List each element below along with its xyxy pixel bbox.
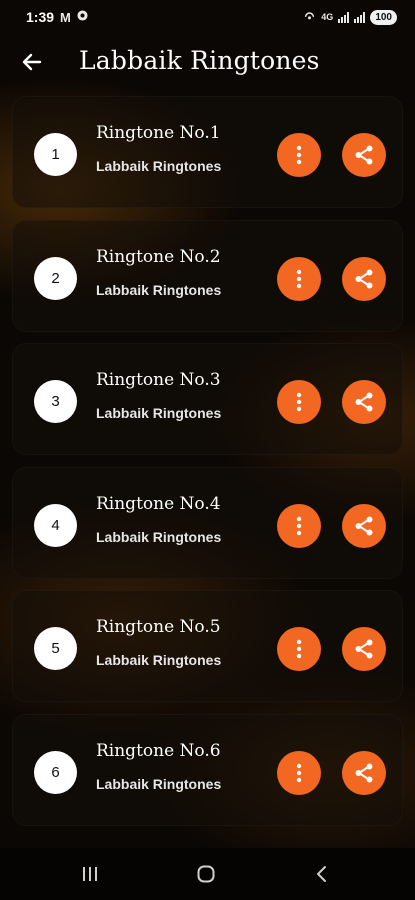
more-options-button[interactable] (277, 627, 321, 671)
ringtone-title: Ringtone No.4 (96, 493, 221, 514)
ringtone-number: 5 (34, 627, 77, 670)
ringtone-title: Ringtone No.6 (96, 740, 221, 761)
share-button[interactable] (342, 256, 386, 301)
back-arrow-icon (22, 53, 42, 71)
share-button[interactable] (342, 627, 386, 671)
ringtone-number: 3 (34, 380, 77, 423)
share-icon (355, 516, 373, 535)
app-bar: Labbaik Ringtones (0, 34, 415, 90)
share-icon (355, 269, 373, 288)
ringtone-row[interactable]: 4 Ringtone No.4 Labbaik Ringtones (12, 466, 403, 579)
ringtone-subtitle: Labbaik Ringtones (96, 281, 222, 298)
status-right: 4G 100 (303, 9, 397, 25)
more-vertical-icon (296, 392, 302, 412)
share-icon (355, 392, 373, 412)
system-back-button[interactable] (308, 862, 336, 886)
back-button[interactable] (18, 48, 46, 76)
ringtone-row[interactable]: 5 Ringtone No.5 Labbaik Ringtones (12, 590, 403, 702)
more-vertical-icon (296, 639, 302, 659)
ringtone-title: Ringtone No.5 (96, 617, 221, 637)
ringtone-row[interactable]: 2 Ringtone No.2 Labbaik Ringtones (12, 219, 403, 332)
ringtone-subtitle: Labbaik Ringtones (96, 528, 222, 545)
ringtone-number: 6 (34, 750, 77, 794)
status-time: 1:39 (26, 9, 55, 25)
share-button[interactable] (342, 380, 386, 424)
ringtone-subtitle: Labbaik Ringtones (96, 652, 222, 668)
ringtone-title: Ringtone No.1 (96, 123, 221, 143)
ringtone-number: 2 (34, 256, 77, 300)
more-vertical-icon (296, 516, 302, 535)
ringtone-subtitle: Labbaik Ringtones (96, 775, 222, 792)
share-button[interactable] (342, 133, 386, 177)
ringtone-row[interactable]: 6 Ringtone No.6 Labbaik Ringtones (12, 713, 403, 826)
more-vertical-icon (296, 763, 302, 782)
network-type-icon: 4G (321, 12, 334, 22)
recent-apps-icon (83, 867, 97, 881)
ringtone-subtitle: Labbaik Ringtones (96, 405, 222, 421)
ringtone-title: Ringtone No.3 (96, 370, 221, 390)
ringtone-list: 1 Ringtone No.1 Labbaik Ringtones 2 Ring… (12, 96, 403, 837)
ringtone-title: Ringtone No.2 (96, 246, 221, 267)
more-options-button[interactable] (277, 256, 321, 301)
share-icon (355, 145, 373, 165)
status-left: 1:39 M (26, 9, 88, 25)
gmail-icon: M (60, 9, 71, 25)
page-title: Labbaik Ringtones (79, 46, 320, 75)
signal-icon-2 (354, 11, 366, 23)
share-button[interactable] (342, 750, 386, 795)
more-options-button[interactable] (277, 503, 321, 548)
more-options-button[interactable] (277, 750, 321, 795)
battery-indicator: 100 (370, 9, 397, 25)
more-options-button[interactable] (277, 380, 321, 424)
more-vertical-icon (296, 145, 302, 165)
system-nav-bar (0, 848, 415, 900)
chevron-left-icon (317, 866, 326, 882)
share-button[interactable] (342, 503, 386, 548)
home-icon (197, 865, 215, 883)
ringtone-subtitle: Labbaik Ringtones (96, 158, 222, 174)
app-notification-icon (77, 10, 88, 24)
ringtone-row[interactable]: 1 Ringtone No.1 Labbaik Ringtones (12, 96, 403, 208)
ringtone-number: 1 (34, 133, 77, 176)
status-bar: 1:39 M 4G 100 (0, 0, 415, 34)
signal-icon-1 (338, 11, 350, 23)
home-button[interactable] (192, 862, 220, 886)
hotspot-icon (303, 10, 316, 25)
ringtone-number: 4 (34, 503, 77, 547)
more-options-button[interactable] (277, 133, 321, 177)
recent-apps-button[interactable] (76, 862, 104, 886)
more-vertical-icon (296, 269, 302, 288)
share-icon (355, 639, 373, 659)
share-icon (355, 763, 373, 782)
ringtone-row[interactable]: 3 Ringtone No.3 Labbaik Ringtones (12, 343, 403, 455)
